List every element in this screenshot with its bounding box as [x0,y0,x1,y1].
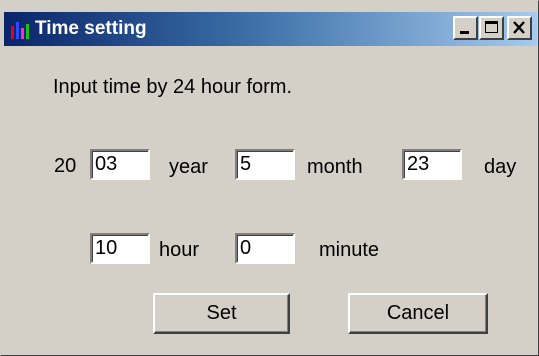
hour-input[interactable] [90,233,150,264]
month-label: month [307,156,363,178]
time-setting-dialog: Time setting Input time by 24 hour form.… [0,0,539,356]
year-label: year [169,156,208,178]
instruction-text: Input time by 24 hour form. [53,76,293,98]
century-prefix: 20 [54,155,77,177]
hour-label: hour [159,239,200,261]
maximize-button[interactable] [479,16,504,40]
minute-label: minute [319,239,380,261]
title-bar[interactable]: Time setting [4,12,537,46]
window-title: Time setting [35,18,147,39]
bar-chart-icon [11,22,29,39]
month-input[interactable] [235,149,295,180]
minimize-button[interactable] [453,16,478,40]
day-label: day [484,156,517,178]
minute-input[interactable] [235,233,295,264]
close-button[interactable] [507,16,532,40]
close-icon [513,21,525,34]
minimize-icon [460,31,469,34]
set-button[interactable]: Set [153,293,290,334]
cancel-button[interactable]: Cancel [348,293,488,334]
maximize-icon [485,21,498,33]
year-input[interactable] [90,149,150,180]
day-input[interactable] [402,149,462,180]
